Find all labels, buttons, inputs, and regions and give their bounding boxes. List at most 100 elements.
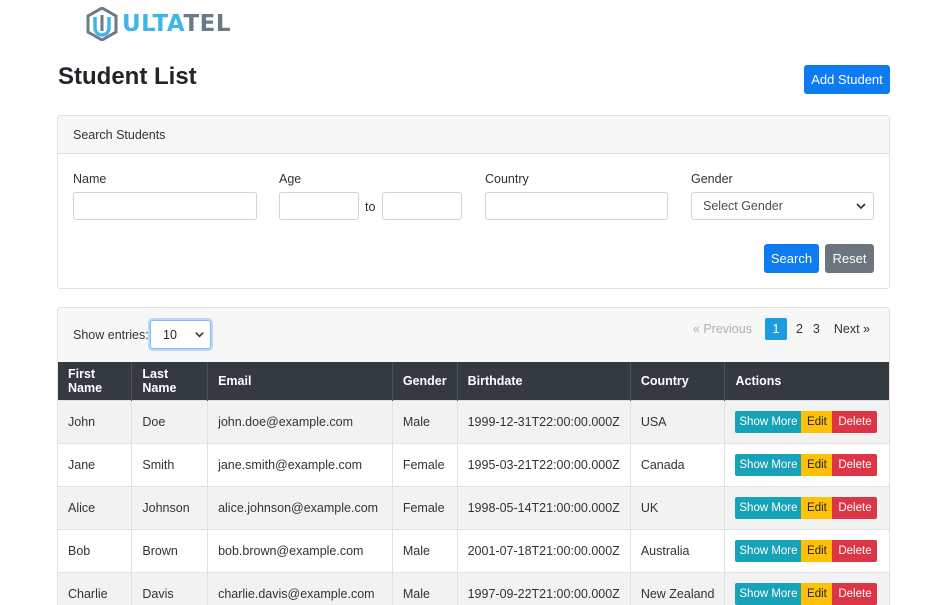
table-toolbar: Show entries: 10 « Previous 1 2 3 Next » <box>58 308 889 362</box>
age-min-input[interactable] <box>279 192 359 220</box>
search-card-header: Search Students <box>58 116 889 154</box>
row-actions: Show More Edit Delete <box>735 539 880 562</box>
cell-last-name: Smith <box>131 442 209 486</box>
col-header-birthdate[interactable]: Birthdate <box>457 362 631 400</box>
chevron-down-icon <box>856 203 866 210</box>
table-row: Alice Johnson alice.johnson@example.com … <box>58 485 889 529</box>
pagination: « Previous 1 2 3 Next » <box>688 318 875 340</box>
cell-last-name: Davis <box>131 571 209 605</box>
cell-email: charlie.davis@example.com <box>207 571 393 605</box>
cell-first-name: Charlie <box>58 571 133 605</box>
row-actions: Show More Edit Delete <box>735 453 880 476</box>
cell-birthdate: 1997-09-22T21:00:00.000Z <box>457 571 631 605</box>
table-row: Bob Brown bob.brown@example.com Male 200… <box>58 528 889 572</box>
cell-actions: Show More Edit Delete <box>724 442 889 486</box>
cell-gender: Male <box>392 399 458 443</box>
delete-button[interactable]: Delete <box>832 410 878 433</box>
age-max-input[interactable] <box>382 192 462 220</box>
cell-country: USA <box>630 399 726 443</box>
row-actions: Show More Edit Delete <box>735 410 880 433</box>
cell-actions: Show More Edit Delete <box>724 571 889 605</box>
cell-email: john.doe@example.com <box>207 399 393 443</box>
brand-logo: ULTATEL <box>86 6 231 42</box>
cell-country: New Zealand <box>630 571 726 605</box>
age-to-label: to <box>365 200 376 214</box>
page-title: Student List <box>58 63 197 90</box>
age-label: Age <box>279 172 302 186</box>
edit-button[interactable]: Edit <box>801 539 833 562</box>
cell-birthdate: 2001-07-18T21:00:00.000Z <box>457 528 631 572</box>
show-more-button[interactable]: Show More <box>735 453 802 476</box>
show-more-button[interactable]: Show More <box>735 496 802 519</box>
chevron-down-icon <box>195 332 204 338</box>
brand-name-part1: ULTA <box>122 11 184 37</box>
col-header-first-name[interactable]: First Name <box>58 362 133 400</box>
delete-button[interactable]: Delete <box>832 582 878 605</box>
students-table-card: Show entries: 10 « Previous 1 2 3 Next »… <box>57 307 890 605</box>
table-row: Charlie Davis charlie.davis@example.com … <box>58 571 889 605</box>
col-header-last-name[interactable]: Last Name <box>131 362 209 400</box>
cell-gender: Male <box>392 571 458 605</box>
name-label: Name <box>73 172 107 186</box>
edit-button[interactable]: Edit <box>801 453 833 476</box>
pagination-page-2[interactable]: 2 <box>791 318 808 340</box>
row-actions: Show More Edit Delete <box>735 496 880 519</box>
ultatel-logo-icon <box>86 7 118 41</box>
cell-email: bob.brown@example.com <box>207 528 393 572</box>
search-button[interactable]: Search <box>764 244 819 273</box>
cell-actions: Show More Edit Delete <box>724 399 889 443</box>
cell-last-name: Brown <box>131 528 209 572</box>
cell-birthdate: 1995-03-21T22:00:00.000Z <box>457 442 631 486</box>
show-more-button[interactable]: Show More <box>735 539 802 562</box>
show-more-button[interactable]: Show More <box>735 410 802 433</box>
brand-name-part2: TEL <box>183 11 232 37</box>
table-row: John Doe john.doe@example.com Male 1999-… <box>58 399 889 443</box>
delete-button[interactable]: Delete <box>832 496 878 519</box>
gender-select[interactable]: Select Gender <box>691 192 874 220</box>
table-header-row: First Name Last Name Email Gender Birthd… <box>58 362 889 400</box>
cell-first-name: Jane <box>58 442 133 486</box>
cell-gender: Female <box>392 485 458 529</box>
add-student-button[interactable]: Add Student <box>804 65 890 94</box>
pagination-page-1[interactable]: 1 <box>764 318 787 340</box>
entries-select[interactable]: 10 <box>150 320 211 349</box>
cell-first-name: John <box>58 399 133 443</box>
gender-label: Gender <box>691 172 733 186</box>
country-label: Country <box>485 172 529 186</box>
cell-country: UK <box>630 485 726 529</box>
edit-button[interactable]: Edit <box>801 410 833 433</box>
cell-email: jane.smith@example.com <box>207 442 393 486</box>
cell-actions: Show More Edit Delete <box>724 528 889 572</box>
show-entries-label: Show entries: <box>73 328 149 342</box>
brand-name: ULTATEL <box>122 11 231 37</box>
cell-country: Australia <box>630 528 726 572</box>
search-students-card: Search Students Name Age to Country Gend… <box>57 115 890 289</box>
cell-last-name: Johnson <box>131 485 209 529</box>
name-input[interactable] <box>73 192 257 220</box>
cell-first-name: Bob <box>58 528 133 572</box>
reset-button[interactable]: Reset <box>825 244 874 273</box>
cell-actions: Show More Edit Delete <box>724 485 889 529</box>
col-header-country[interactable]: Country <box>630 362 726 400</box>
pagination-previous[interactable]: « Previous <box>688 318 757 340</box>
students-table: First Name Last Name Email Gender Birthd… <box>58 362 889 605</box>
cell-birthdate: 1999-12-31T22:00:00.000Z <box>457 399 631 443</box>
cell-gender: Male <box>392 528 458 572</box>
delete-button[interactable]: Delete <box>832 539 878 562</box>
col-header-actions: Actions <box>724 362 889 400</box>
country-input[interactable] <box>485 192 668 220</box>
show-more-button[interactable]: Show More <box>735 582 802 605</box>
table-row: Jane Smith jane.smith@example.com Female… <box>58 442 889 486</box>
edit-button[interactable]: Edit <box>801 496 833 519</box>
cell-country: Canada <box>630 442 726 486</box>
cell-first-name: Alice <box>58 485 133 529</box>
cell-birthdate: 1998-05-14T21:00:00.000Z <box>457 485 631 529</box>
col-header-email[interactable]: Email <box>207 362 393 400</box>
pagination-page-3[interactable]: 3 <box>808 318 825 340</box>
col-header-gender[interactable]: Gender <box>392 362 458 400</box>
pagination-next[interactable]: Next » <box>829 318 875 340</box>
entries-select-value: 10 <box>163 327 177 342</box>
row-actions: Show More Edit Delete <box>735 582 880 605</box>
delete-button[interactable]: Delete <box>832 453 878 476</box>
edit-button[interactable]: Edit <box>801 582 833 605</box>
